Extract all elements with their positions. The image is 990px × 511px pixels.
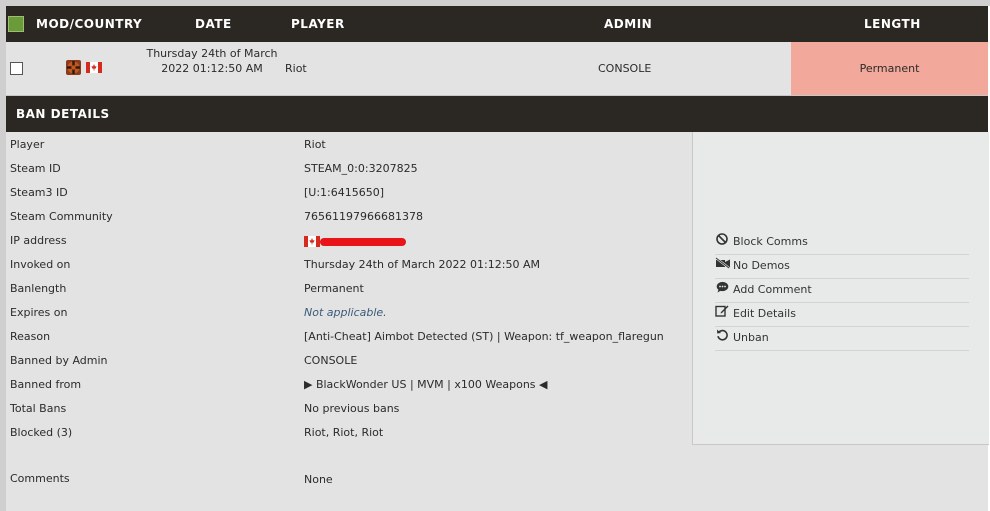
column-length[interactable]: LENGTH	[864, 17, 921, 31]
detail-value-steam3-id: [U:1:6415650]	[304, 186, 385, 199]
column-mod-country[interactable]: MOD/COUNTRY	[36, 17, 142, 31]
column-date[interactable]: DATE	[195, 17, 232, 31]
detail-label-steam3-id: Steam3 ID	[10, 186, 68, 199]
undo-icon	[715, 327, 729, 349]
detail-label-ip-address: IP address	[10, 234, 67, 247]
no-demos-label: No Demos	[733, 259, 790, 272]
block-icon	[715, 231, 729, 253]
column-player[interactable]: PLAYER	[291, 17, 345, 31]
detail-label-comments: Comments	[10, 472, 70, 485]
detail-label-steam-id: Steam ID	[10, 162, 61, 175]
select-all-checkbox[interactable]	[8, 16, 24, 32]
detail-label-player: Player	[10, 138, 45, 151]
block-comms-button[interactable]: Block Comms	[715, 231, 969, 255]
row-checkbox[interactable]	[10, 62, 23, 75]
edit-details-button[interactable]: Edit Details	[715, 303, 969, 327]
ip-redaction-mark	[320, 238, 406, 246]
ban-date: Thursday 24th of March 2022 01:12:50 AM	[146, 47, 278, 75]
detail-label-banned-by-admin: Banned by Admin	[10, 354, 108, 367]
detail-value-invoked-on: Thursday 24th of March 2022 01:12:50 AM	[304, 258, 540, 271]
detail-value-total-bans: No previous bans	[304, 402, 400, 415]
comment-icon	[715, 279, 729, 301]
detail-value-blocked: Riot, Riot, Riot	[304, 426, 384, 439]
ban-details-title: BAN DETAILS	[16, 107, 110, 121]
ban-actions-panel: Block Comms No Demos Add Comment Edit De…	[692, 132, 989, 445]
tf2-mod-icon	[66, 60, 81, 75]
edit-icon	[715, 303, 729, 325]
detail-label-expires-on: Expires on	[10, 306, 68, 319]
detail-label-banlength: Banlength	[10, 282, 67, 295]
canada-flag-icon	[304, 236, 320, 247]
add-comment-button[interactable]: Add Comment	[715, 279, 969, 303]
detail-value-banlength: Permanent	[304, 282, 364, 295]
detail-label-reason: Reason	[10, 330, 51, 343]
unban-label: Unban	[733, 331, 769, 344]
canada-flag-icon	[86, 62, 102, 73]
detail-value-banned-by-admin: CONSOLE	[304, 354, 358, 367]
ban-admin: CONSOLE	[598, 62, 652, 75]
table-row[interactable]: Thursday 24th of March 2022 01:12:50 AM …	[6, 42, 988, 96]
detail-value-reason: [Anti-Cheat] Aimbot Detected (ST) | Weap…	[304, 330, 664, 343]
detail-value-banned-from: ▶ BlackWonder US | MVM | x100 Weapons ◀	[304, 378, 548, 391]
detail-value-comments: None	[304, 473, 333, 486]
table-header: MOD/COUNTRY DATE PLAYER ADMIN LENGTH	[6, 6, 988, 42]
block-comms-label: Block Comms	[733, 235, 808, 248]
ban-length-badge: Permanent	[791, 42, 988, 95]
edit-details-label: Edit Details	[733, 307, 796, 320]
no-demos-button[interactable]: No Demos	[715, 255, 969, 279]
detail-label-total-bans: Total Bans	[10, 402, 67, 415]
ban-details-header: BAN DETAILS	[6, 96, 988, 132]
no-video-icon	[715, 255, 730, 277]
detail-value-player: Riot	[304, 138, 326, 151]
unban-button[interactable]: Unban	[715, 327, 969, 351]
detail-value-steam-community[interactable]: 76561197966681378	[304, 210, 423, 223]
ban-list: MOD/COUNTRY DATE PLAYER ADMIN LENGTH Thu…	[6, 6, 990, 511]
detail-label-invoked-on: Invoked on	[10, 258, 71, 271]
detail-value-expires-on: Not applicable.	[304, 306, 387, 319]
detail-label-banned-from: Banned from	[10, 378, 82, 391]
ban-player: Riot	[285, 62, 307, 75]
column-admin[interactable]: ADMIN	[604, 17, 652, 31]
detail-value-steam-id: STEAM_0:0:3207825	[304, 162, 418, 175]
detail-label-steam-community: Steam Community	[10, 210, 113, 223]
add-comment-label: Add Comment	[733, 283, 812, 296]
detail-label-blocked: Blocked (3)	[10, 426, 73, 439]
